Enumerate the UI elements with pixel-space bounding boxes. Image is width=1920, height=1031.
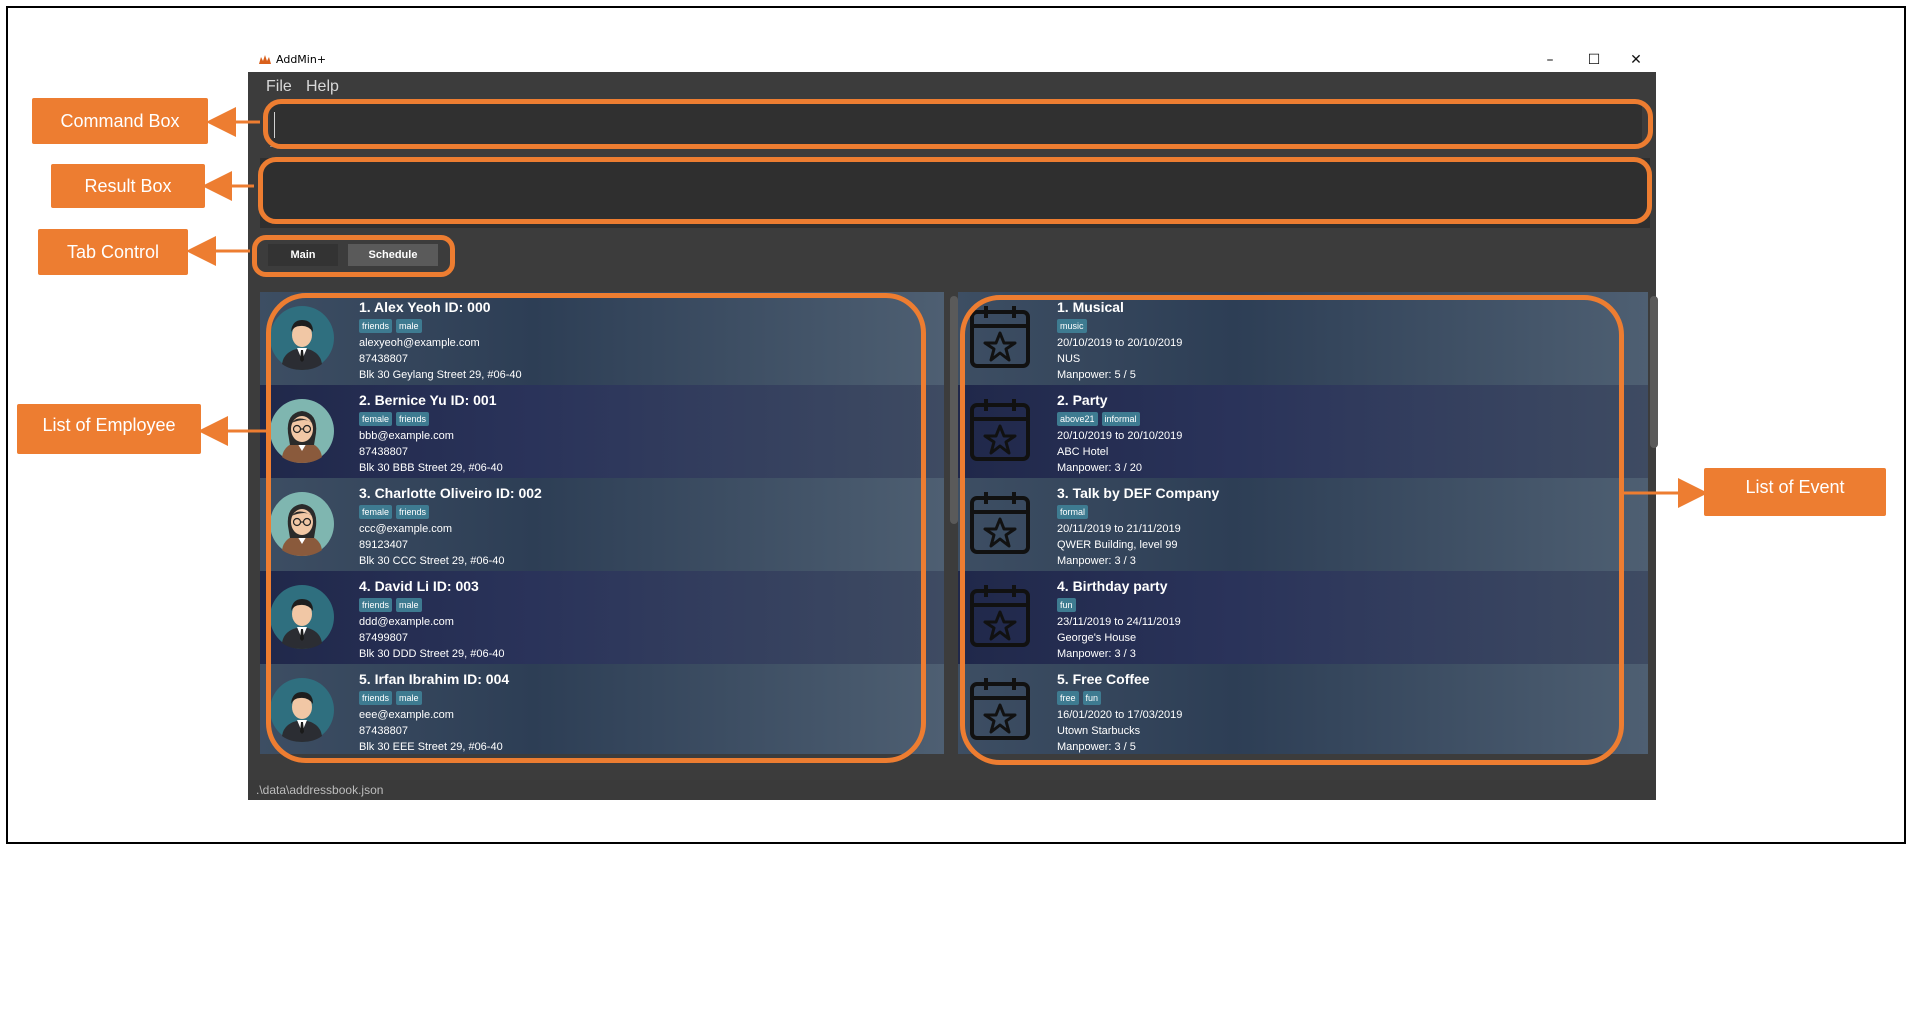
maximize-button[interactable]: ☐ [1572, 48, 1616, 72]
app-logo-icon [259, 55, 271, 64]
menu-file[interactable]: File [266, 78, 292, 96]
callout-result-box: Result Box [51, 164, 205, 208]
event-scrollbar[interactable] [1650, 296, 1658, 448]
menu-bar: File Help [248, 72, 1656, 100]
highlight-command-box [263, 99, 1653, 149]
window-title: AddMin+ [276, 53, 327, 66]
callout-employee-list: List of Employee [17, 404, 201, 454]
highlight-result-box [258, 157, 1652, 224]
tab-control: Main Schedule [256, 242, 1656, 268]
title-bar: AddMin+ – ☐ ✕ [248, 48, 1656, 72]
callout-event-list: List of Event [1704, 468, 1886, 516]
close-button[interactable]: ✕ [1614, 48, 1658, 72]
highlight-employee-list [266, 293, 926, 763]
callout-command-box: Command Box [32, 98, 208, 144]
minimize-button[interactable]: – [1528, 48, 1572, 72]
highlight-tab-control [252, 235, 455, 277]
storage-path: .\data\addressbook.json [256, 783, 384, 797]
highlight-event-list [960, 295, 1624, 765]
menu-help[interactable]: Help [306, 78, 339, 96]
callout-tab-control: Tab Control [38, 229, 188, 275]
employee-scrollbar[interactable] [950, 296, 958, 524]
status-bar: .\data\addressbook.json [248, 780, 1656, 800]
